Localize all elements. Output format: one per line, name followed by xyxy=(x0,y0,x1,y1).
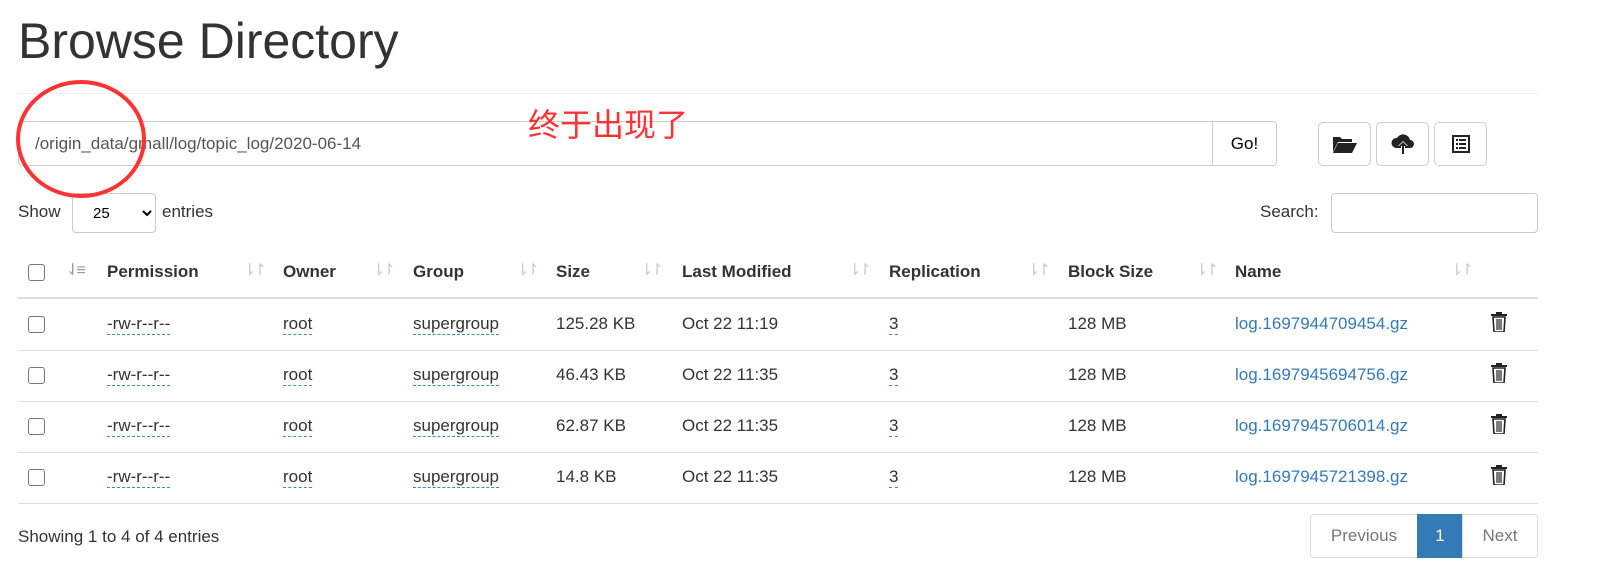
file-link[interactable]: log.1697945706014.gz xyxy=(1235,416,1408,436)
group-cell[interactable]: supergroup xyxy=(413,365,500,386)
sort-icon[interactable]: ⇂↾ xyxy=(1450,260,1474,280)
page-1-button[interactable]: 1 xyxy=(1417,514,1463,558)
column-header[interactable]: Last Modified xyxy=(682,262,792,282)
list-icon xyxy=(1451,135,1470,153)
trash-icon[interactable] xyxy=(1491,312,1507,332)
previous-button[interactable]: Previous xyxy=(1310,514,1418,558)
permission-cell[interactable]: -rw-r--r-- xyxy=(107,314,171,335)
cell: 128 MB xyxy=(1068,416,1127,435)
file-link[interactable]: log.1697945694756.gz xyxy=(1235,365,1408,385)
select-all-checkbox[interactable] xyxy=(28,264,45,281)
column-header[interactable]: Size xyxy=(556,262,590,282)
cell: 125.28 KB xyxy=(556,314,636,333)
replication-cell[interactable]: 3 xyxy=(889,467,899,488)
sort-icon[interactable]: ⇂↾ xyxy=(243,260,267,280)
permission-cell[interactable]: -rw-r--r-- xyxy=(107,365,171,386)
group-cell[interactable]: supergroup xyxy=(413,314,500,335)
column-header[interactable]: Group xyxy=(413,262,464,282)
show-label: Show xyxy=(18,202,61,221)
trash-icon[interactable] xyxy=(1491,363,1507,383)
sort-icon[interactable]: ⇂↾ xyxy=(848,260,872,280)
sort-icon[interactable]: ⇂↾ xyxy=(640,260,664,280)
upload-button[interactable] xyxy=(1376,122,1429,166)
cell: Oct 22 11:19 xyxy=(682,314,779,333)
cell: Oct 22 11:35 xyxy=(682,365,779,384)
sort-asc-icon[interactable]: ⇃≡ xyxy=(66,260,86,280)
row-checkbox[interactable] xyxy=(28,469,45,486)
column-header[interactable]: Block Size xyxy=(1068,262,1153,282)
trash-icon[interactable] xyxy=(1491,465,1507,485)
row-checkbox[interactable] xyxy=(28,418,45,435)
sort-icon[interactable]: ⇂↾ xyxy=(1027,260,1051,280)
replication-cell[interactable]: 3 xyxy=(889,416,899,437)
search-input[interactable] xyxy=(1331,193,1538,233)
row-checkbox[interactable] xyxy=(28,316,45,333)
go-button[interactable]: Go! xyxy=(1212,121,1277,166)
permission-cell[interactable]: -rw-r--r-- xyxy=(107,467,171,488)
column-header[interactable]: Permission xyxy=(107,262,199,282)
cell: 14.8 KB xyxy=(556,467,617,486)
group-cell[interactable]: supergroup xyxy=(413,467,500,488)
owner-cell[interactable]: root xyxy=(283,365,313,386)
entries-label: entries xyxy=(162,202,214,221)
owner-cell[interactable]: root xyxy=(283,467,313,488)
cell: 46.43 KB xyxy=(556,365,626,384)
next-button[interactable]: Next xyxy=(1462,514,1538,558)
annotation-circle xyxy=(16,80,146,198)
column-header[interactable]: Name xyxy=(1235,262,1281,282)
cell: 128 MB xyxy=(1068,365,1127,384)
cut-paste-button[interactable] xyxy=(1434,122,1487,166)
replication-cell[interactable]: 3 xyxy=(889,365,899,386)
cell: Oct 22 11:35 xyxy=(682,416,779,435)
page-title: Browse Directory xyxy=(18,13,399,69)
file-link[interactable]: log.1697945721398.gz xyxy=(1235,467,1408,487)
column-header[interactable]: Replication xyxy=(889,262,981,282)
group-cell[interactable]: supergroup xyxy=(413,416,500,437)
folder-open-icon xyxy=(1332,137,1357,153)
create-directory-button[interactable] xyxy=(1318,122,1371,166)
cell: 62.87 KB xyxy=(556,416,626,435)
divider xyxy=(18,93,1538,94)
cell: 128 MB xyxy=(1068,467,1127,486)
file-link[interactable]: log.1697944709454.gz xyxy=(1235,314,1408,334)
column-header[interactable]: Owner xyxy=(283,262,336,282)
owner-cell[interactable]: root xyxy=(283,416,313,437)
sort-icon[interactable]: ⇂↾ xyxy=(372,260,396,280)
owner-cell[interactable]: root xyxy=(283,314,313,335)
search-label: Search: xyxy=(1260,202,1319,221)
permission-cell[interactable]: -rw-r--r-- xyxy=(107,416,171,437)
cell: Oct 22 11:35 xyxy=(682,467,779,486)
cell: 128 MB xyxy=(1068,314,1127,333)
trash-icon[interactable] xyxy=(1491,414,1507,434)
table-info: Showing 1 to 4 of 4 entries xyxy=(18,527,220,546)
cloud-upload-icon xyxy=(1390,134,1414,154)
sort-icon[interactable]: ⇂↾ xyxy=(516,260,540,280)
sort-icon[interactable]: ⇂↾ xyxy=(1195,260,1219,280)
row-checkbox[interactable] xyxy=(28,367,45,384)
annotation-text: 终于出现了 xyxy=(528,107,689,143)
replication-cell[interactable]: 3 xyxy=(889,314,899,335)
